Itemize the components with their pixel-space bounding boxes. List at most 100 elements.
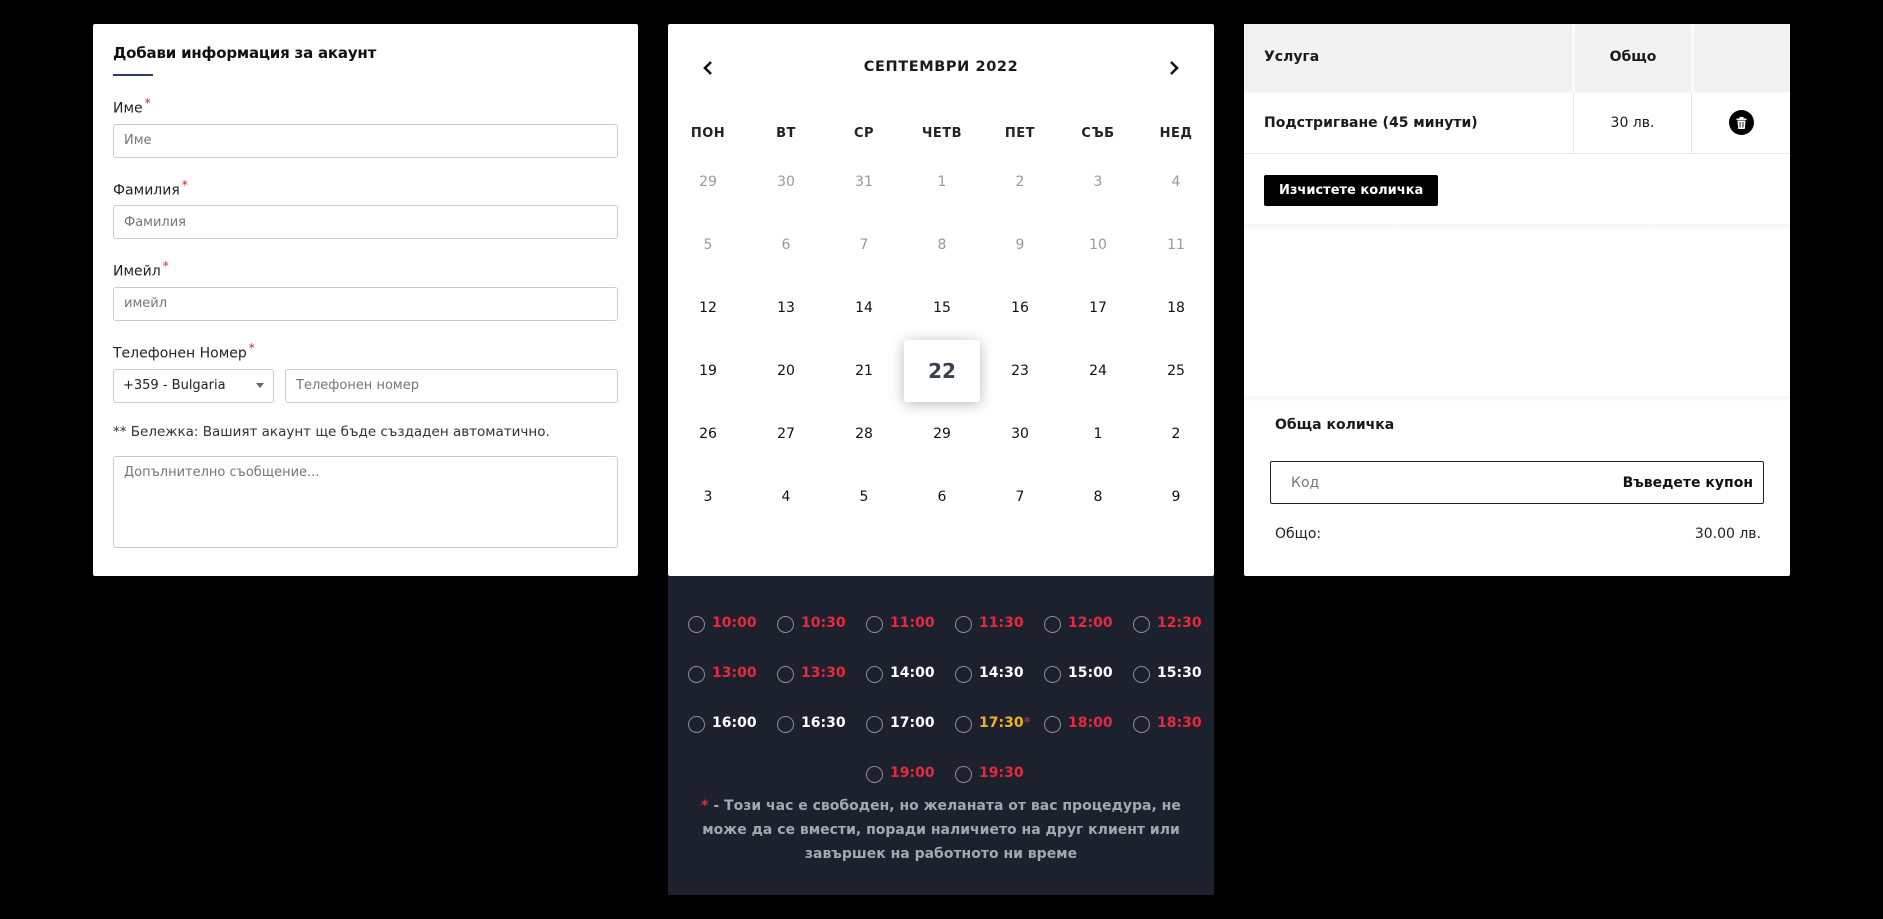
radio-button[interactable] <box>955 766 972 783</box>
radio-button[interactable] <box>1044 666 1061 683</box>
calendar-day[interactable]: 29 <box>912 424 972 444</box>
calendar-day[interactable]: 3 <box>678 487 738 507</box>
time-slot-1530[interactable]: 15:30 <box>1133 662 1202 683</box>
calendar-day: 3 <box>1093 174 1103 190</box>
time-slot-1830[interactable]: 18:30 <box>1133 712 1202 733</box>
radio-button[interactable] <box>777 716 794 733</box>
email-input[interactable] <box>113 286 618 321</box>
column-header-service: Услуга <box>1244 24 1572 90</box>
calendar-day[interactable]: 25 <box>1146 361 1206 381</box>
time-slot-1900[interactable]: 19:00 <box>866 762 935 783</box>
calendar-day[interactable]: 13 <box>756 298 816 318</box>
radio-button[interactable] <box>1044 616 1061 633</box>
phone-label-text: Телефонен Номер <box>113 345 247 362</box>
calendar-day[interactable]: 18 <box>1146 298 1206 318</box>
calendar-day[interactable]: 9 <box>1146 487 1206 507</box>
time-slot-label: 13:30 <box>801 664 846 681</box>
time-slot-1430[interactable]: 14:30 <box>955 662 1024 683</box>
radio-button[interactable] <box>777 616 794 633</box>
time-slot-label: 13:00 <box>712 664 757 681</box>
calendar-day[interactable]: 28 <box>834 424 894 444</box>
time-slot-1100[interactable]: 11:00 <box>866 612 935 633</box>
apply-coupon-button[interactable]: Въведете купон <box>1623 475 1753 491</box>
radio-button[interactable] <box>688 716 705 733</box>
radio-button[interactable] <box>955 716 972 733</box>
additional-message-textarea[interactable] <box>113 455 618 548</box>
country-code-select[interactable]: +359 - Bulgaria <box>113 368 274 403</box>
calendar-day[interactable]: 23 <box>990 361 1050 381</box>
calendar-day[interactable]: 27 <box>756 424 816 444</box>
time-slot-1200[interactable]: 12:00 <box>1044 612 1113 633</box>
cart-item-row: Подстригване (45 минути) 30 лв. <box>1244 92 1790 154</box>
time-slot-label: 11:00 <box>890 614 935 631</box>
time-slot-1000[interactable]: 10:00 <box>688 612 757 633</box>
next-month-button[interactable] <box>1162 56 1186 80</box>
calendar-day[interactable]: 8 <box>1068 487 1128 507</box>
time-slot-1730[interactable]: 17:30 <box>955 712 1031 733</box>
calendar-day[interactable]: 5 <box>834 487 894 507</box>
calendar-day[interactable]: 15 <box>912 298 972 318</box>
calendar-day[interactable]: 16 <box>990 298 1050 318</box>
clear-cart-button[interactable]: Изчистете количка <box>1264 175 1439 206</box>
time-slot-1130[interactable]: 11:30 <box>955 612 1024 633</box>
cart-panel: Услуга Общо Подстригване (45 минути) 30 … <box>1244 24 1790 576</box>
radio-button[interactable] <box>1044 716 1061 733</box>
radio-button[interactable] <box>1133 716 1150 733</box>
required-mark: * <box>162 259 169 274</box>
radio-button[interactable] <box>866 616 883 633</box>
calendar-day[interactable]: 6 <box>912 487 972 507</box>
calendar-day[interactable]: 1 <box>1068 424 1128 444</box>
time-slot-1300[interactable]: 13:00 <box>688 662 757 683</box>
time-slot-1030[interactable]: 10:30 <box>777 612 846 633</box>
calendar-day[interactable]: 7 <box>990 487 1050 507</box>
divider <box>1244 224 1790 230</box>
calendar-day[interactable]: 24 <box>1068 361 1128 381</box>
time-slot-1230[interactable]: 12:30 <box>1133 612 1202 633</box>
time-slot-label: 17:30 <box>979 715 1031 731</box>
calendar-day[interactable]: 2 <box>1146 424 1206 444</box>
time-slot-1330[interactable]: 13:30 <box>777 662 846 683</box>
radio-button[interactable] <box>688 666 705 683</box>
time-slot-1700[interactable]: 17:00 <box>866 712 935 733</box>
time-slot-1630[interactable]: 16:30 <box>777 712 846 733</box>
radio-button[interactable] <box>1133 616 1150 633</box>
calendar-day[interactable]: 17 <box>1068 298 1128 318</box>
phone-number-input[interactable] <box>285 368 618 403</box>
time-slot-1400[interactable]: 14:00 <box>866 662 935 683</box>
calendar-day[interactable]: 21 <box>834 361 894 381</box>
radio-button[interactable] <box>866 666 883 683</box>
first-name-label-text: Име <box>113 100 143 117</box>
weekday-header: ВТ <box>776 126 796 141</box>
calendar-day[interactable]: 20 <box>756 361 816 381</box>
caret-down-icon <box>256 383 264 389</box>
coupon-code-input[interactable] <box>1291 474 1591 491</box>
calendar-day[interactable]: 19 <box>678 361 738 381</box>
calendar-day[interactable]: 26 <box>678 424 738 444</box>
calendar-day[interactable]: 30 <box>990 424 1050 444</box>
calendar-day-selected[interactable]: 22 <box>904 340 980 402</box>
calendar-day: 7 <box>859 237 869 253</box>
first-name-input[interactable] <box>113 123 618 158</box>
weekday-header: ЧЕТВ <box>921 126 963 141</box>
calendar-day[interactable]: 12 <box>678 298 738 318</box>
radio-button[interactable] <box>955 666 972 683</box>
radio-button[interactable] <box>777 666 794 683</box>
radio-button[interactable] <box>866 716 883 733</box>
remove-item-button[interactable] <box>1728 110 1754 135</box>
country-code-value: +359 - Bulgaria <box>123 378 226 394</box>
radio-button[interactable] <box>1133 666 1150 683</box>
calendar-day[interactable]: 4 <box>756 487 816 507</box>
radio-button[interactable] <box>866 766 883 783</box>
last-name-input[interactable] <box>113 205 618 240</box>
radio-button[interactable] <box>955 616 972 633</box>
time-slot-1500[interactable]: 15:00 <box>1044 662 1113 683</box>
calendar-day: 6 <box>781 237 791 253</box>
radio-button[interactable] <box>688 616 705 633</box>
calendar-day[interactable]: 14 <box>834 298 894 318</box>
time-slot-label: 19:00 <box>890 764 935 781</box>
time-slot-1600[interactable]: 16:00 <box>688 712 757 733</box>
time-slot-1800[interactable]: 18:00 <box>1044 712 1113 733</box>
calendar-day: 30 <box>777 174 795 190</box>
weekday-header: СР <box>853 126 875 141</box>
time-slot-1930[interactable]: 19:30 <box>955 762 1024 783</box>
